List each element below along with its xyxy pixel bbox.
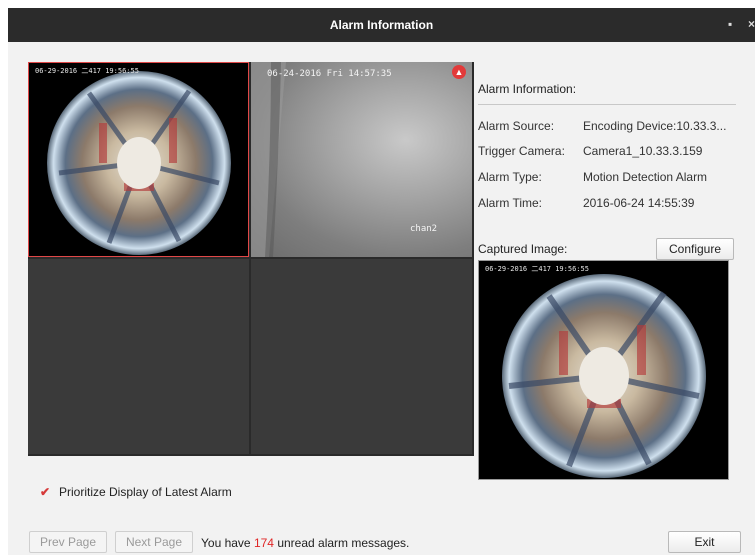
video-tile-2[interactable]: 06-24-2016 Fri 14:57:35 chan2 ▲ <box>251 62 472 257</box>
trigger-camera-value: Camera1_10.33.3.159 <box>583 144 703 158</box>
video-grid: 06-29-2016 二417 19:56:55 06-24-2016 Fri … <box>28 62 474 456</box>
checkmark-icon[interactable]: ✔ <box>40 486 52 498</box>
alarm-time-value: 2016-06-24 14:55:39 <box>583 196 695 210</box>
tile-2-channel: chan2 <box>410 224 438 234</box>
alarm-type-label: Alarm Type: <box>478 170 542 184</box>
captured-image[interactable]: 06-29-2016 二417 19:56:55 <box>478 260 729 480</box>
status-prefix: You have <box>201 536 254 550</box>
info-divider <box>478 104 736 105</box>
configure-button[interactable]: Configure <box>656 238 734 260</box>
video-tile-1[interactable]: 06-29-2016 二417 19:56:55 <box>28 62 249 257</box>
alarm-type-value: Motion Detection Alarm <box>583 170 708 184</box>
video-tile-4[interactable] <box>251 259 472 454</box>
tile-1-timestamp: 06-29-2016 二417 19:56:55 <box>35 67 139 75</box>
close-icon[interactable]: × <box>748 17 755 31</box>
gray-scene-shapes <box>251 62 286 257</box>
title-bar: Alarm Information ▪ × <box>8 8 755 42</box>
alarm-time-label: Alarm Time: <box>478 196 543 210</box>
prioritize-label: Prioritize Display of Latest Alarm <box>59 485 232 499</box>
tile-2-timestamp: 06-24-2016 Fri 14:57:35 <box>267 69 392 79</box>
captured-timestamp: 06-29-2016 二417 19:56:55 <box>485 265 589 273</box>
alarm-source-value: Encoding Device:10.33.3... <box>583 119 727 133</box>
fisheye-camera-view <box>29 63 248 256</box>
captured-fisheye-view <box>479 261 728 479</box>
captured-image-label: Captured Image: <box>478 242 568 256</box>
alarm-info-header: Alarm Information: <box>478 82 577 96</box>
unread-status: You have 174 unread alarm messages. <box>201 536 409 550</box>
restore-icon[interactable]: ▪ <box>728 17 732 31</box>
alarm-bell-icon: ▲ <box>452 65 466 79</box>
unread-count: 174 <box>253 536 274 550</box>
status-suffix: unread alarm messages. <box>273 536 410 550</box>
alarm-source-label: Alarm Source: <box>478 119 555 133</box>
window-title: Alarm Information <box>329 18 434 32</box>
dialog-body: 06-29-2016 二417 19:56:55 06-24-2016 Fri … <box>8 42 755 555</box>
trigger-camera-label: Trigger Camera: <box>478 144 565 158</box>
alarm-information-window: Alarm Information ▪ × 06-29-2016 二417 19… <box>8 8 755 555</box>
prev-page-button[interactable]: Prev Page <box>29 531 107 553</box>
exit-button[interactable]: Exit <box>668 531 741 553</box>
next-page-button[interactable]: Next Page <box>115 531 193 553</box>
video-tile-3[interactable] <box>28 259 249 454</box>
